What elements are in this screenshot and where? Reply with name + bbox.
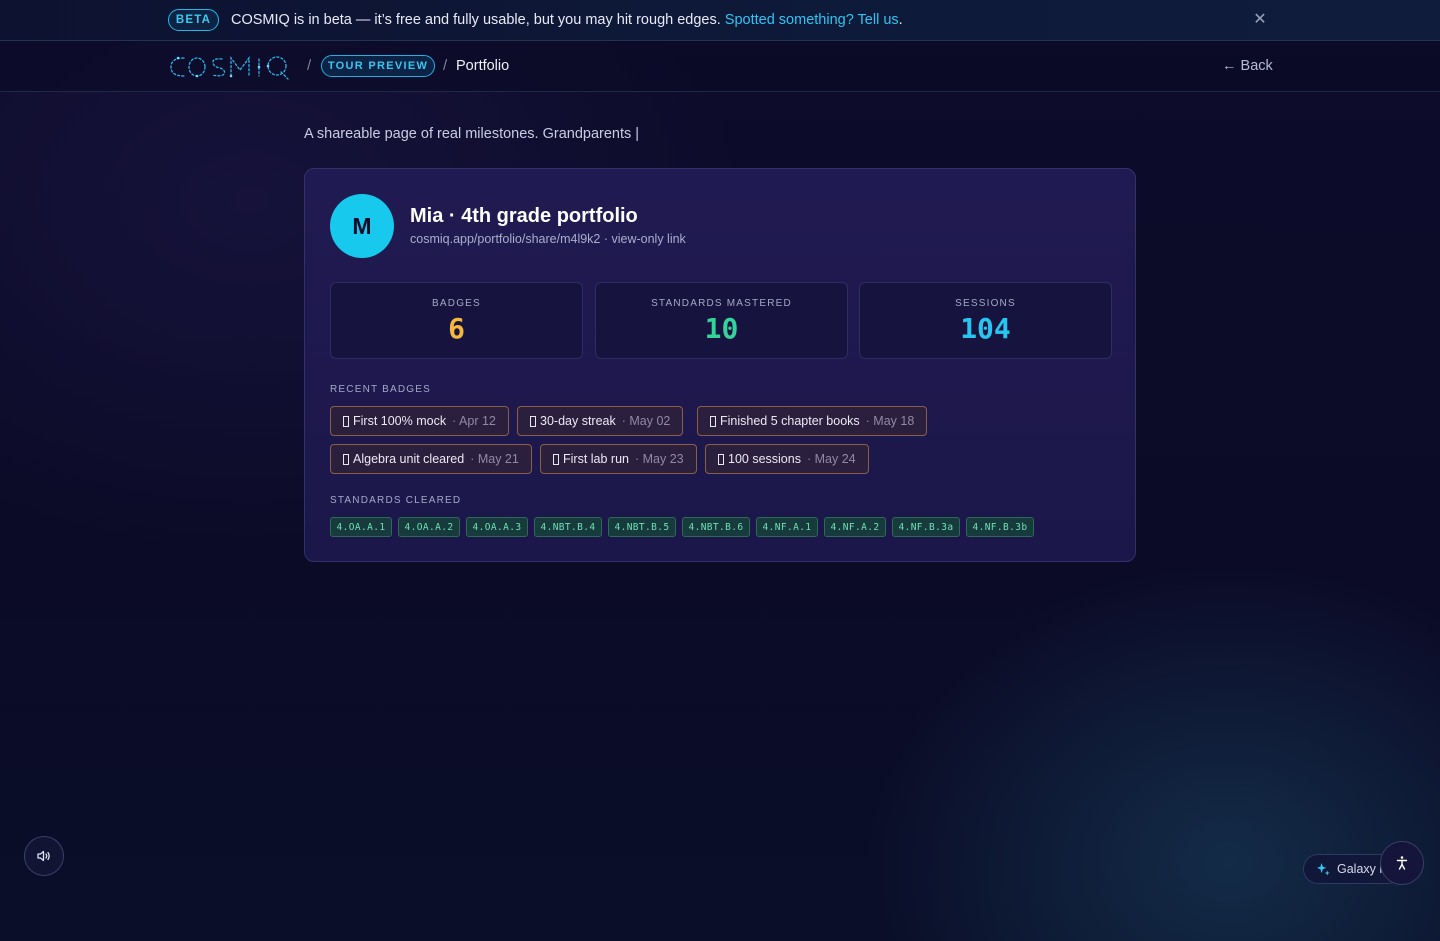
stat-label: STANDARDS MASTERED bbox=[651, 298, 792, 309]
badge-date: · Apr 12 bbox=[452, 414, 496, 428]
badge-chip: First lab run · May 23 bbox=[540, 444, 697, 474]
standard-chip: 4.OA.A.2 bbox=[398, 517, 460, 537]
badge-icon bbox=[553, 453, 559, 465]
breadcrumb-separator: / bbox=[443, 57, 448, 74]
recent-badges-heading: RECENT BADGES bbox=[330, 384, 431, 395]
standard-chip: 4.OA.A.1 bbox=[330, 517, 392, 537]
beta-message: COSMIQ is in beta — it’s free and fully … bbox=[231, 12, 903, 28]
beta-message-text: COSMIQ is in beta — it’s free and fully … bbox=[231, 12, 721, 28]
badge-date: · May 21 bbox=[470, 452, 519, 466]
standard-chip: 4.NF.B.3b bbox=[966, 517, 1034, 537]
badge-date: · May 23 bbox=[635, 452, 684, 466]
stat-badges: BADGES 6 bbox=[330, 282, 583, 359]
stat-standards-mastered: STANDARDS MASTERED 10 bbox=[595, 282, 848, 359]
stat-value: 10 bbox=[704, 312, 739, 345]
stat-label: SESSIONS bbox=[955, 298, 1016, 309]
standard-chip: 4.NBT.B.5 bbox=[608, 517, 676, 537]
badge-name: Finished 5 chapter books bbox=[720, 414, 860, 428]
accessibility-button[interactable] bbox=[1380, 841, 1424, 885]
standard-chip: 4.NBT.B.4 bbox=[534, 517, 602, 537]
avatar: M bbox=[330, 194, 394, 258]
badge-date: · May 24 bbox=[806, 452, 856, 466]
badge-chip: 30-day streak · May 02 bbox=[517, 406, 684, 436]
top-nav: / TOUR PREVIEW / Portfolio ← Back bbox=[0, 41, 1440, 92]
standards-cleared-heading: STANDARDS CLEARED bbox=[330, 495, 462, 506]
stat-sessions: SESSIONS 104 bbox=[859, 282, 1112, 359]
close-icon[interactable]: ✕ bbox=[1251, 11, 1269, 29]
badge-name: 30-day streak bbox=[540, 414, 616, 428]
sparkles-icon bbox=[1316, 862, 1330, 876]
badge-name: 100 sessions bbox=[728, 452, 801, 466]
speaker-icon bbox=[37, 850, 50, 862]
share-link[interactable]: cosmiq.app/portfolio/share/m4l9k2 · view… bbox=[410, 232, 686, 246]
badge-date: · May 02 bbox=[621, 414, 671, 428]
cosmiq-logo[interactable] bbox=[167, 50, 293, 84]
badge-icon bbox=[718, 453, 724, 465]
intro-text: A shareable page of real milestones. Gra… bbox=[304, 126, 640, 142]
badge-chip: Finished 5 chapter books · May 18 bbox=[697, 406, 928, 436]
stat-value: 104 bbox=[960, 312, 1011, 345]
badge-chip: First 100% mock · Apr 12 bbox=[330, 406, 509, 436]
badge-icon bbox=[343, 453, 349, 465]
beta-badge: BETA bbox=[168, 9, 219, 31]
badge-icon bbox=[530, 415, 536, 427]
badge-chip: Algebra unit cleared · May 21 bbox=[330, 444, 532, 474]
standard-chip: 4.NF.A.2 bbox=[824, 517, 886, 537]
sound-toggle-button[interactable] bbox=[24, 836, 64, 876]
badge-date: · May 18 bbox=[865, 414, 915, 428]
feedback-link[interactable]: Spotted something? Tell us bbox=[725, 12, 899, 28]
portfolio-title: Mia · 4th grade portfolio bbox=[410, 205, 638, 227]
standard-chip: 4.NBT.B.6 bbox=[682, 517, 750, 537]
badge-name: First lab run bbox=[563, 452, 629, 466]
stats-row: BADGES 6 STANDARDS MASTERED 10 SESSIONS … bbox=[330, 282, 1112, 359]
standard-chip: 4.OA.A.3 bbox=[466, 517, 528, 537]
beta-period: . bbox=[898, 12, 903, 28]
badge-name: Algebra unit cleared bbox=[353, 452, 465, 466]
badge-chip: 100 sessions · May 24 bbox=[705, 444, 869, 474]
standard-chip: 4.NF.B.3a bbox=[892, 517, 960, 537]
accessibility-icon bbox=[1396, 856, 1408, 870]
breadcrumb-separator: / bbox=[307, 57, 312, 74]
portfolio-card: M Mia · 4th grade portfolio cosmiq.app/p… bbox=[304, 168, 1136, 562]
tour-preview-badge: TOUR PREVIEW bbox=[321, 55, 435, 77]
standard-chip: 4.NF.A.1 bbox=[756, 517, 818, 537]
beta-banner: BETA COSMIQ is in beta — it’s free and f… bbox=[0, 0, 1440, 41]
breadcrumb-current: Portfolio bbox=[456, 58, 510, 74]
badge-icon bbox=[343, 415, 349, 427]
back-button[interactable]: ← Back bbox=[1222, 58, 1273, 74]
stat-label: BADGES bbox=[432, 298, 481, 309]
stat-value: 6 bbox=[448, 312, 465, 345]
badge-icon bbox=[710, 415, 716, 427]
badge-name: First 100% mock bbox=[353, 414, 447, 428]
